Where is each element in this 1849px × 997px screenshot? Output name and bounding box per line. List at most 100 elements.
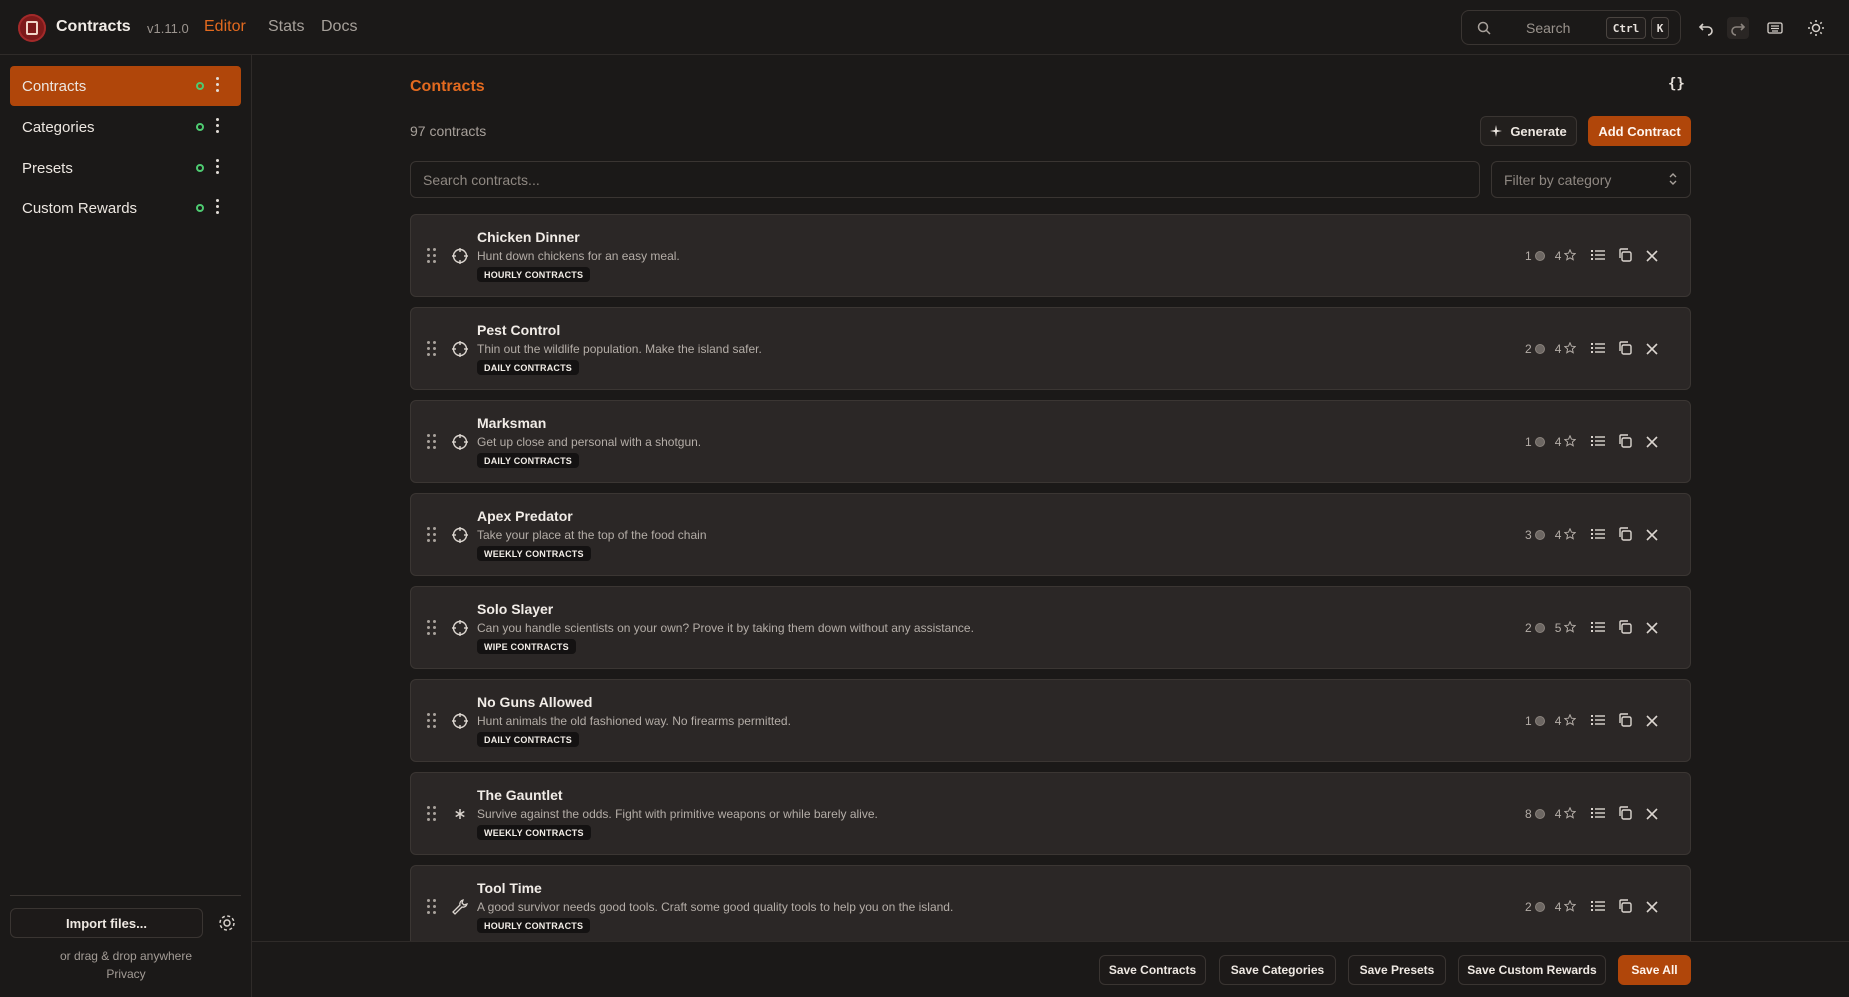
objectives-list-icon[interactable] [1590, 340, 1608, 358]
drag-handle-icon[interactable] [427, 899, 437, 915]
duplicate-icon[interactable] [1617, 619, 1635, 637]
sidebar-item-categories[interactable]: Categories [10, 107, 241, 147]
coin-count: 2 [1525, 342, 1532, 356]
contract-stats: 2 5 [1525, 620, 1577, 636]
sidebar-item-presets[interactable]: Presets [10, 148, 241, 188]
close-icon[interactable] [1645, 249, 1663, 267]
category-badge: WEEKLY CONTRACTS [477, 546, 591, 561]
duplicate-icon[interactable] [1617, 247, 1635, 265]
contract-card[interactable]: Marksman Get up close and personal with … [410, 400, 1691, 483]
objectives-list-icon[interactable] [1590, 247, 1608, 265]
theme-sun-icon[interactable] [1805, 17, 1827, 39]
global-search[interactable]: Search Ctrl K [1461, 10, 1681, 45]
coin-icon [1534, 530, 1545, 540]
nav-editor[interactable]: Editor [204, 18, 246, 36]
star-count: 4 [1554, 249, 1562, 263]
duplicate-icon[interactable] [1617, 340, 1635, 358]
coin-count: 1 [1525, 714, 1532, 728]
duplicate-icon[interactable] [1617, 526, 1635, 544]
category-filter-select[interactable]: Filter by category [1491, 161, 1691, 198]
sidebar-item-custom-rewards[interactable]: Custom Rewards [10, 188, 241, 228]
kbd-k: K [1651, 17, 1669, 39]
more-menu-icon[interactable] [216, 118, 220, 136]
keyboard-icon[interactable] [1764, 17, 1786, 39]
coin-icon [1534, 809, 1545, 819]
save-all-button[interactable]: Save All [1618, 955, 1691, 985]
close-icon[interactable] [1645, 900, 1663, 918]
crosshair-icon [451, 712, 469, 730]
more-menu-icon[interactable] [216, 199, 220, 217]
star-icon [1563, 713, 1577, 729]
objectives-list-icon[interactable] [1590, 433, 1608, 451]
contract-card[interactable]: Chicken Dinner Hunt down chickens for an… [410, 214, 1691, 297]
drag-handle-icon[interactable] [427, 713, 437, 729]
drag-handle-icon[interactable] [427, 806, 437, 822]
objectives-list-icon[interactable] [1590, 619, 1608, 637]
contract-card[interactable]: Pest Control Thin out the wildlife popul… [410, 307, 1691, 390]
save-contracts-button[interactable]: Save Contracts [1099, 955, 1206, 985]
duplicate-icon[interactable] [1617, 898, 1635, 916]
objectives-list-icon[interactable] [1590, 526, 1608, 544]
close-icon[interactable] [1645, 342, 1663, 360]
category-badge: HOURLY CONTRACTS [477, 267, 591, 282]
save-presets-button[interactable]: Save Presets [1348, 955, 1446, 985]
drag-handle-icon[interactable] [427, 434, 437, 450]
save-custom-rewards-button[interactable]: Save Custom Rewards [1458, 955, 1606, 985]
drag-handle-icon[interactable] [427, 527, 437, 543]
sidebar-item-label: Custom Rewards [22, 199, 138, 217]
redo-icon[interactable] [1727, 17, 1749, 39]
page-title: Contracts [410, 78, 485, 95]
top-bar: Contracts v1.11.0 Editor Stats Docs Sear… [0, 0, 1849, 55]
close-icon[interactable] [1645, 714, 1663, 732]
star-count: 4 [1554, 528, 1562, 542]
sidebar-divider [10, 895, 241, 896]
drag-handle-icon[interactable] [427, 620, 437, 636]
close-icon[interactable] [1645, 435, 1663, 453]
contract-card[interactable]: Apex Predator Take your place at the top… [410, 493, 1691, 576]
search-contracts-input[interactable] [410, 161, 1480, 198]
contract-name: Marksman [477, 415, 547, 431]
generate-button[interactable]: Generate [1480, 116, 1577, 146]
drag-handle-icon[interactable] [427, 248, 437, 264]
crosshair-icon [451, 340, 469, 358]
sidebar-item-label: Categories [22, 118, 95, 136]
contract-stats: 3 4 [1525, 527, 1577, 543]
gear-icon[interactable] [217, 913, 237, 933]
contract-description: Hunt animals the old fashioned way. No f… [477, 714, 791, 728]
more-menu-icon[interactable] [216, 77, 220, 95]
close-icon[interactable] [1645, 807, 1663, 825]
nav-docs[interactable]: Docs [321, 18, 357, 36]
nav-stats[interactable]: Stats [268, 18, 304, 36]
contract-count: 97 contracts [410, 123, 487, 139]
privacy-link[interactable]: Privacy [0, 967, 252, 981]
objectives-list-icon[interactable] [1590, 712, 1608, 730]
more-menu-icon[interactable] [216, 159, 220, 177]
app-version: v1.11.0 [147, 21, 189, 36]
crosshair-icon [451, 526, 469, 544]
status-dot-icon [196, 123, 204, 131]
star-icon [1563, 248, 1577, 264]
close-icon[interactable] [1645, 528, 1663, 546]
json-view-icon[interactable]: {} [1668, 76, 1685, 92]
duplicate-icon[interactable] [1617, 712, 1635, 730]
contract-card[interactable]: The Gauntlet Survive against the odds. F… [410, 772, 1691, 855]
import-files-button[interactable]: Import files... [10, 908, 203, 938]
star-count: 4 [1554, 342, 1562, 356]
undo-icon[interactable] [1695, 17, 1717, 39]
save-categories-button[interactable]: Save Categories [1219, 955, 1336, 985]
drag-handle-icon[interactable] [427, 341, 437, 357]
close-icon[interactable] [1645, 621, 1663, 639]
contract-card[interactable]: No Guns Allowed Hunt animals the old fas… [410, 679, 1691, 762]
contract-card[interactable]: Solo Slayer Can you handle scientists on… [410, 586, 1691, 669]
contract-name: Tool Time [477, 880, 542, 896]
add-contract-button[interactable]: Add Contract [1588, 116, 1691, 146]
wrench-icon [451, 898, 469, 916]
contract-name: The Gauntlet [477, 787, 563, 803]
objectives-list-icon[interactable] [1590, 898, 1608, 916]
contract-stats: 2 4 [1525, 341, 1577, 357]
duplicate-icon[interactable] [1617, 805, 1635, 823]
sidebar-item-contracts[interactable]: Contracts [10, 66, 241, 106]
objectives-list-icon[interactable] [1590, 805, 1608, 823]
duplicate-icon[interactable] [1617, 433, 1635, 451]
contract-card[interactable]: Tool Time A good survivor needs good too… [410, 865, 1691, 948]
